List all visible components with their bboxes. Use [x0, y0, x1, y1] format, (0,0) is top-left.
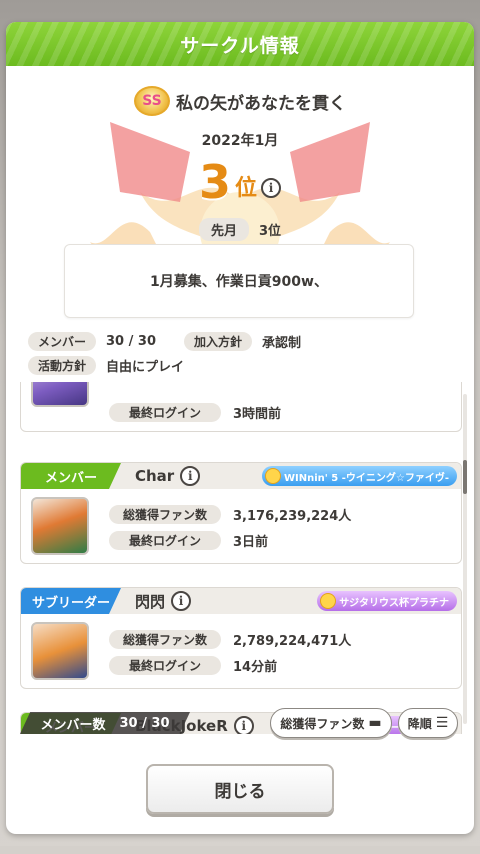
member-card[interactable]: 最終ログイン 3時間前	[20, 382, 462, 432]
member-avatar	[31, 497, 89, 555]
last-login-label: 最終ログイン	[109, 403, 221, 422]
activity-policy-label: 活動方針	[28, 355, 97, 375]
rank-display: 3 位 i	[6, 158, 474, 206]
member-info-icon[interactable]: i	[180, 466, 201, 486]
description-text: 1月募集、作業日貢900w、	[150, 274, 328, 290]
sort-order-label: 降順	[407, 716, 432, 731]
join-policy-value: 承認制	[262, 335, 302, 351]
ss-grade-icon: SS	[134, 86, 170, 116]
members-label: メンバー	[28, 331, 97, 351]
rank-number: 3	[198, 155, 231, 209]
bottom-strip	[0, 846, 480, 854]
members-value: 30 / 30	[106, 333, 156, 349]
scrollbar-thumb[interactable]	[463, 460, 467, 494]
member-count-value: 30 / 30	[119, 715, 170, 731]
circle-description: 1月募集、作業日貢900w、	[64, 244, 414, 318]
last-login-value: 3時間前	[233, 407, 282, 422]
member-avatar	[31, 382, 89, 407]
total-fans-label: 総獲得ファン数	[109, 505, 221, 524]
dialog-title: サークル情報	[180, 34, 300, 57]
sort-order-icon: ☰	[435, 715, 449, 731]
title-badge: サジタリウス杯プラチナ	[317, 591, 457, 611]
prev-month-label: 先月	[198, 218, 249, 241]
sort-key-button[interactable]: 総獲得ファン数 ▬	[270, 708, 392, 738]
dialog-header: サークル情報	[6, 22, 474, 66]
rank-unit: 位	[235, 176, 258, 201]
join-policy-label: 加入方針	[184, 331, 253, 351]
rank-date: 2022年1月	[201, 133, 279, 149]
circle-info-dialog: サークル情報 SS 私の矢があなたを貫く 2022年1月 3 位 i 先月 3位…	[6, 22, 474, 834]
sort-order-button[interactable]: 降順 ☰	[398, 708, 458, 738]
activity-policy-value: 自由にプレイ	[106, 359, 185, 375]
title-badge: WINnin' 5 -ウイニング☆ファイヴ-	[261, 466, 457, 486]
total-fans-value: 3,176,239,224人	[233, 509, 352, 524]
sort-key-label: 総獲得ファン数	[280, 716, 365, 731]
rank-info-icon[interactable]: i	[261, 178, 282, 198]
member-list[interactable]: 最終ログイン 3時間前 メンバー Char i WINnin' 5 -ウイニング…	[20, 382, 462, 734]
member-list-scrollbar[interactable]	[463, 394, 467, 724]
total-fans-label: 総獲得ファン数	[109, 630, 221, 649]
title-badge-icon	[264, 468, 281, 484]
last-login-value: 14分前	[233, 660, 278, 675]
member-info-icon[interactable]: i	[233, 716, 254, 734]
sort-key-icon: ▬	[368, 715, 382, 731]
title-badge-text: サジタリウス杯プラチナ	[339, 597, 449, 609]
member-name: Char	[135, 467, 175, 485]
member-info-icon[interactable]: i	[171, 591, 192, 611]
last-login-label: 最終ログイン	[109, 656, 221, 675]
title-badge-text: WINnin' 5 -ウイニング☆ファイヴ-	[283, 472, 449, 484]
last-login-label: 最終ログイン	[109, 531, 221, 550]
close-button[interactable]: 閉じる	[146, 764, 334, 814]
member-count-label: メンバー数	[40, 717, 106, 733]
circle-name-row: SS 私の矢があなたを貫く	[6, 86, 474, 116]
member-card[interactable]: サブリーダー 閃閃 i サジタリウス杯プラチナ 総獲得ファン数 2,789,22…	[20, 587, 462, 689]
total-fans-value: 2,789,224,471人	[233, 634, 352, 649]
role-badge: メンバー	[21, 463, 121, 489]
role-badge: サブリーダー	[21, 588, 121, 614]
last-login-value: 3日前	[233, 535, 269, 550]
member-name: 閃閃	[135, 592, 166, 611]
circle-name: 私の矢があなたを貫く	[176, 93, 346, 114]
title-badge-icon	[320, 593, 337, 609]
member-card[interactable]: メンバー Char i WINnin' 5 -ウイニング☆ファイヴ- 総獲得ファ…	[20, 462, 462, 564]
circle-info-grid: メンバー 30 / 30 加入方針 承認制 活動方針 自由にプレイ	[28, 330, 448, 378]
member-avatar	[31, 622, 89, 680]
prev-month-rank: 3位	[258, 224, 282, 239]
previous-month-rank: 先月 3位	[6, 218, 474, 241]
member-count-overlay: メンバー数 30 / 30	[20, 712, 190, 734]
